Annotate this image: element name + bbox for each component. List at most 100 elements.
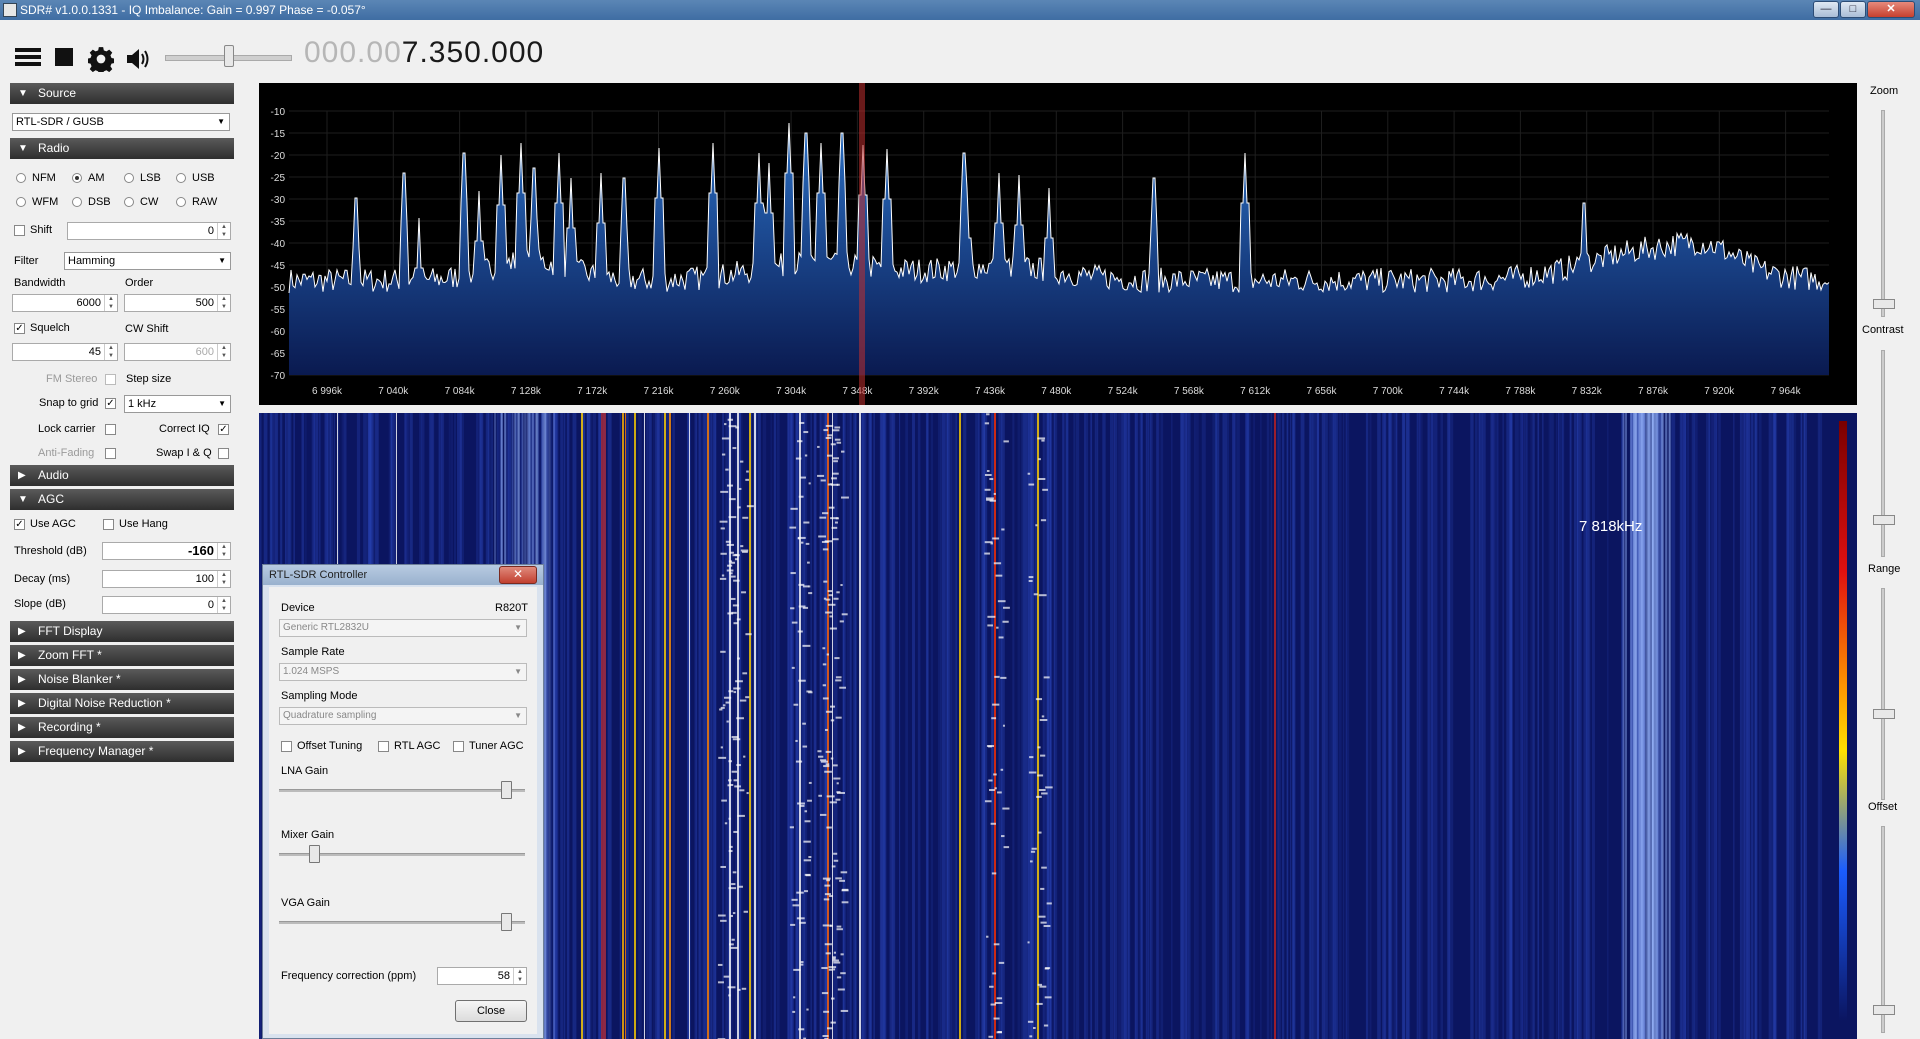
offset-tuning-checkbox[interactable] [281,741,292,752]
mode-nfm-radio[interactable] [16,173,26,183]
sample-rate-select[interactable]: 1.024 MSPS ▼ [279,663,527,681]
freq-correction-label: Frequency correction (ppm) [281,970,417,982]
vga-gain-thumb[interactable] [501,913,512,931]
step-size-select[interactable]: 1 kHz ▼ [124,395,231,413]
squelch-checkbox[interactable]: ✓ [14,323,25,334]
vga-gain-slider[interactable] [279,921,525,924]
mode-dsb-radio[interactable] [72,197,82,207]
gear-icon[interactable] [88,46,114,72]
contrast-slider-thumb[interactable] [1873,515,1895,525]
lock-carrier-checkbox[interactable] [105,424,116,435]
snap-to-grid-checkbox[interactable]: ✓ [105,398,116,409]
zoom-slider[interactable] [1881,110,1885,317]
minimize-button[interactable]: — [1813,1,1839,18]
tuner-agc-checkbox[interactable] [453,741,464,752]
shift-checkbox[interactable] [14,225,25,236]
slope-input[interactable]: 0 ▲ ▼ [102,596,231,614]
x-tick-label: 7 744k [1439,386,1470,397]
snap-to-grid-label: Snap to grid [39,397,99,409]
shift-input[interactable]: 0 ▲ ▼ [67,222,231,240]
order-input[interactable]: 500 ▲ ▼ [124,294,231,312]
vga-gain-label: VGA Gain [281,897,330,909]
hamburger-icon[interactable] [15,46,41,72]
audio-header[interactable]: ▶ Audio [10,465,234,486]
lna-gain-slider[interactable] [279,789,525,792]
threshold-input[interactable]: -160 ▲ ▼ [102,542,231,560]
zoom-slider-thumb[interactable] [1873,299,1895,309]
mode-wfm-radio[interactable] [16,197,26,207]
offset-slider[interactable] [1881,826,1885,1033]
plugin-header[interactable]: ▶ FFT Display [10,621,234,642]
dialog-close-icon[interactable]: ✕ [499,566,537,584]
spectrum-display[interactable]: -10 -15 -20 -25 -30 -35 -40 -45 -50 -55 -60 -65 -70 6… [259,83,1857,405]
filter-select[interactable]: Hamming ▼ [64,252,231,270]
plugin-header[interactable]: ▶ Recording * [10,717,234,738]
device-select[interactable]: Generic RTL2832U ▼ [279,619,527,637]
tuner-agc-label: Tuner AGC [469,740,524,752]
close-window-button[interactable]: ✕ [1867,1,1915,18]
fm-stereo-checkbox[interactable] [105,374,116,385]
x-tick-label: 7 612k [1240,386,1271,397]
tuner-bandwidth-marker[interactable] [859,83,865,405]
decay-input[interactable]: 100 ▲ ▼ [102,570,231,588]
speaker-icon[interactable] [125,46,151,72]
correct-iq-checkbox[interactable]: ✓ [218,424,229,435]
range-slider[interactable] [1881,588,1885,800]
anti-fading-checkbox[interactable] [105,448,116,459]
order-label: Order [125,277,154,289]
use-hang-checkbox[interactable] [103,519,114,530]
maximize-button[interactable]: □ [1840,1,1866,18]
swap-iq-checkbox[interactable] [218,448,229,459]
bandwidth-input[interactable]: 6000 ▲ ▼ [12,294,118,312]
mode-lsb-radio[interactable] [124,173,134,183]
x-tick-label: 7 656k [1306,386,1337,397]
squelch-label: Squelch [30,322,70,334]
zoom-label: Zoom [1870,85,1899,97]
source-header[interactable]: ▼ Source [10,83,234,104]
frequency-display[interactable]: 000.007.350.000 [304,36,544,70]
x-tick-label: 7 260k [710,386,741,397]
close-button[interactable]: Close [455,1000,527,1022]
rtl-agc-checkbox[interactable] [378,741,389,752]
mode-am-radio[interactable] [72,173,82,183]
sampling-mode-select[interactable]: Quadrature sampling ▼ [279,707,527,725]
radio-header[interactable]: ▼ Radio [10,138,234,159]
mode-dsb-label: DSB [88,196,111,208]
offset-slider-thumb[interactable] [1873,1005,1895,1015]
x-tick-label: 7 700k [1373,386,1404,397]
lna-gain-thumb[interactable] [501,781,512,799]
stop-icon[interactable] [55,48,81,74]
cw-shift-input[interactable]: 600 ▲ ▼ [124,343,231,361]
plugin-header[interactable]: ▶ Digital Noise Reduction * [10,693,234,714]
use-agc-checkbox[interactable]: ✓ [14,519,25,530]
agc-header[interactable]: ▼ AGC [10,489,234,510]
mixer-gain-thumb[interactable] [309,845,320,863]
freq-correction-input[interactable]: 58 ▲ ▼ [437,967,527,985]
volume-slider-thumb[interactable] [224,45,234,67]
title-bar: SDR# v1.0.0.1331 - IQ Imbalance: Gain = … [0,0,1920,20]
mode-lsb-label: LSB [140,172,161,184]
plugin-header[interactable]: ▶ Noise Blanker * [10,669,234,690]
cw-shift-label: CW Shift [125,323,169,335]
mode-usb-radio[interactable] [176,173,186,183]
plugin-header[interactable]: ▶ Frequency Manager * [10,741,234,762]
squelch-input[interactable]: 45 ▲ ▼ [12,343,118,361]
y-tick-label: -60 [271,327,286,338]
x-tick-label: 6 996k [312,386,343,397]
y-tick-label: -10 [271,107,286,118]
sampling-mode-label: Sampling Mode [281,690,358,702]
mode-raw-radio[interactable] [176,197,186,207]
y-tick-label: -55 [271,305,286,316]
source-device-select[interactable]: RTL-SDR / GUSB ▼ [12,113,230,131]
plugin-header[interactable]: ▶ Zoom FFT * [10,645,234,666]
x-tick-label: 7 920k [1704,386,1735,397]
range-slider-thumb[interactable] [1873,709,1895,719]
rtl-agc-label: RTL AGC [394,740,441,752]
y-tick-label: -20 [271,151,286,162]
contrast-slider[interactable] [1881,350,1885,557]
rtl-sdr-controller-dialog: RTL-SDR Controller ✕ Device R820T Generi… [262,564,544,1039]
mode-cw-radio[interactable] [124,197,134,207]
color-scale-bar [1839,421,1847,1021]
x-tick-label: 7 524k [1108,386,1139,397]
tuner-marker-waterfall[interactable] [601,413,606,1039]
